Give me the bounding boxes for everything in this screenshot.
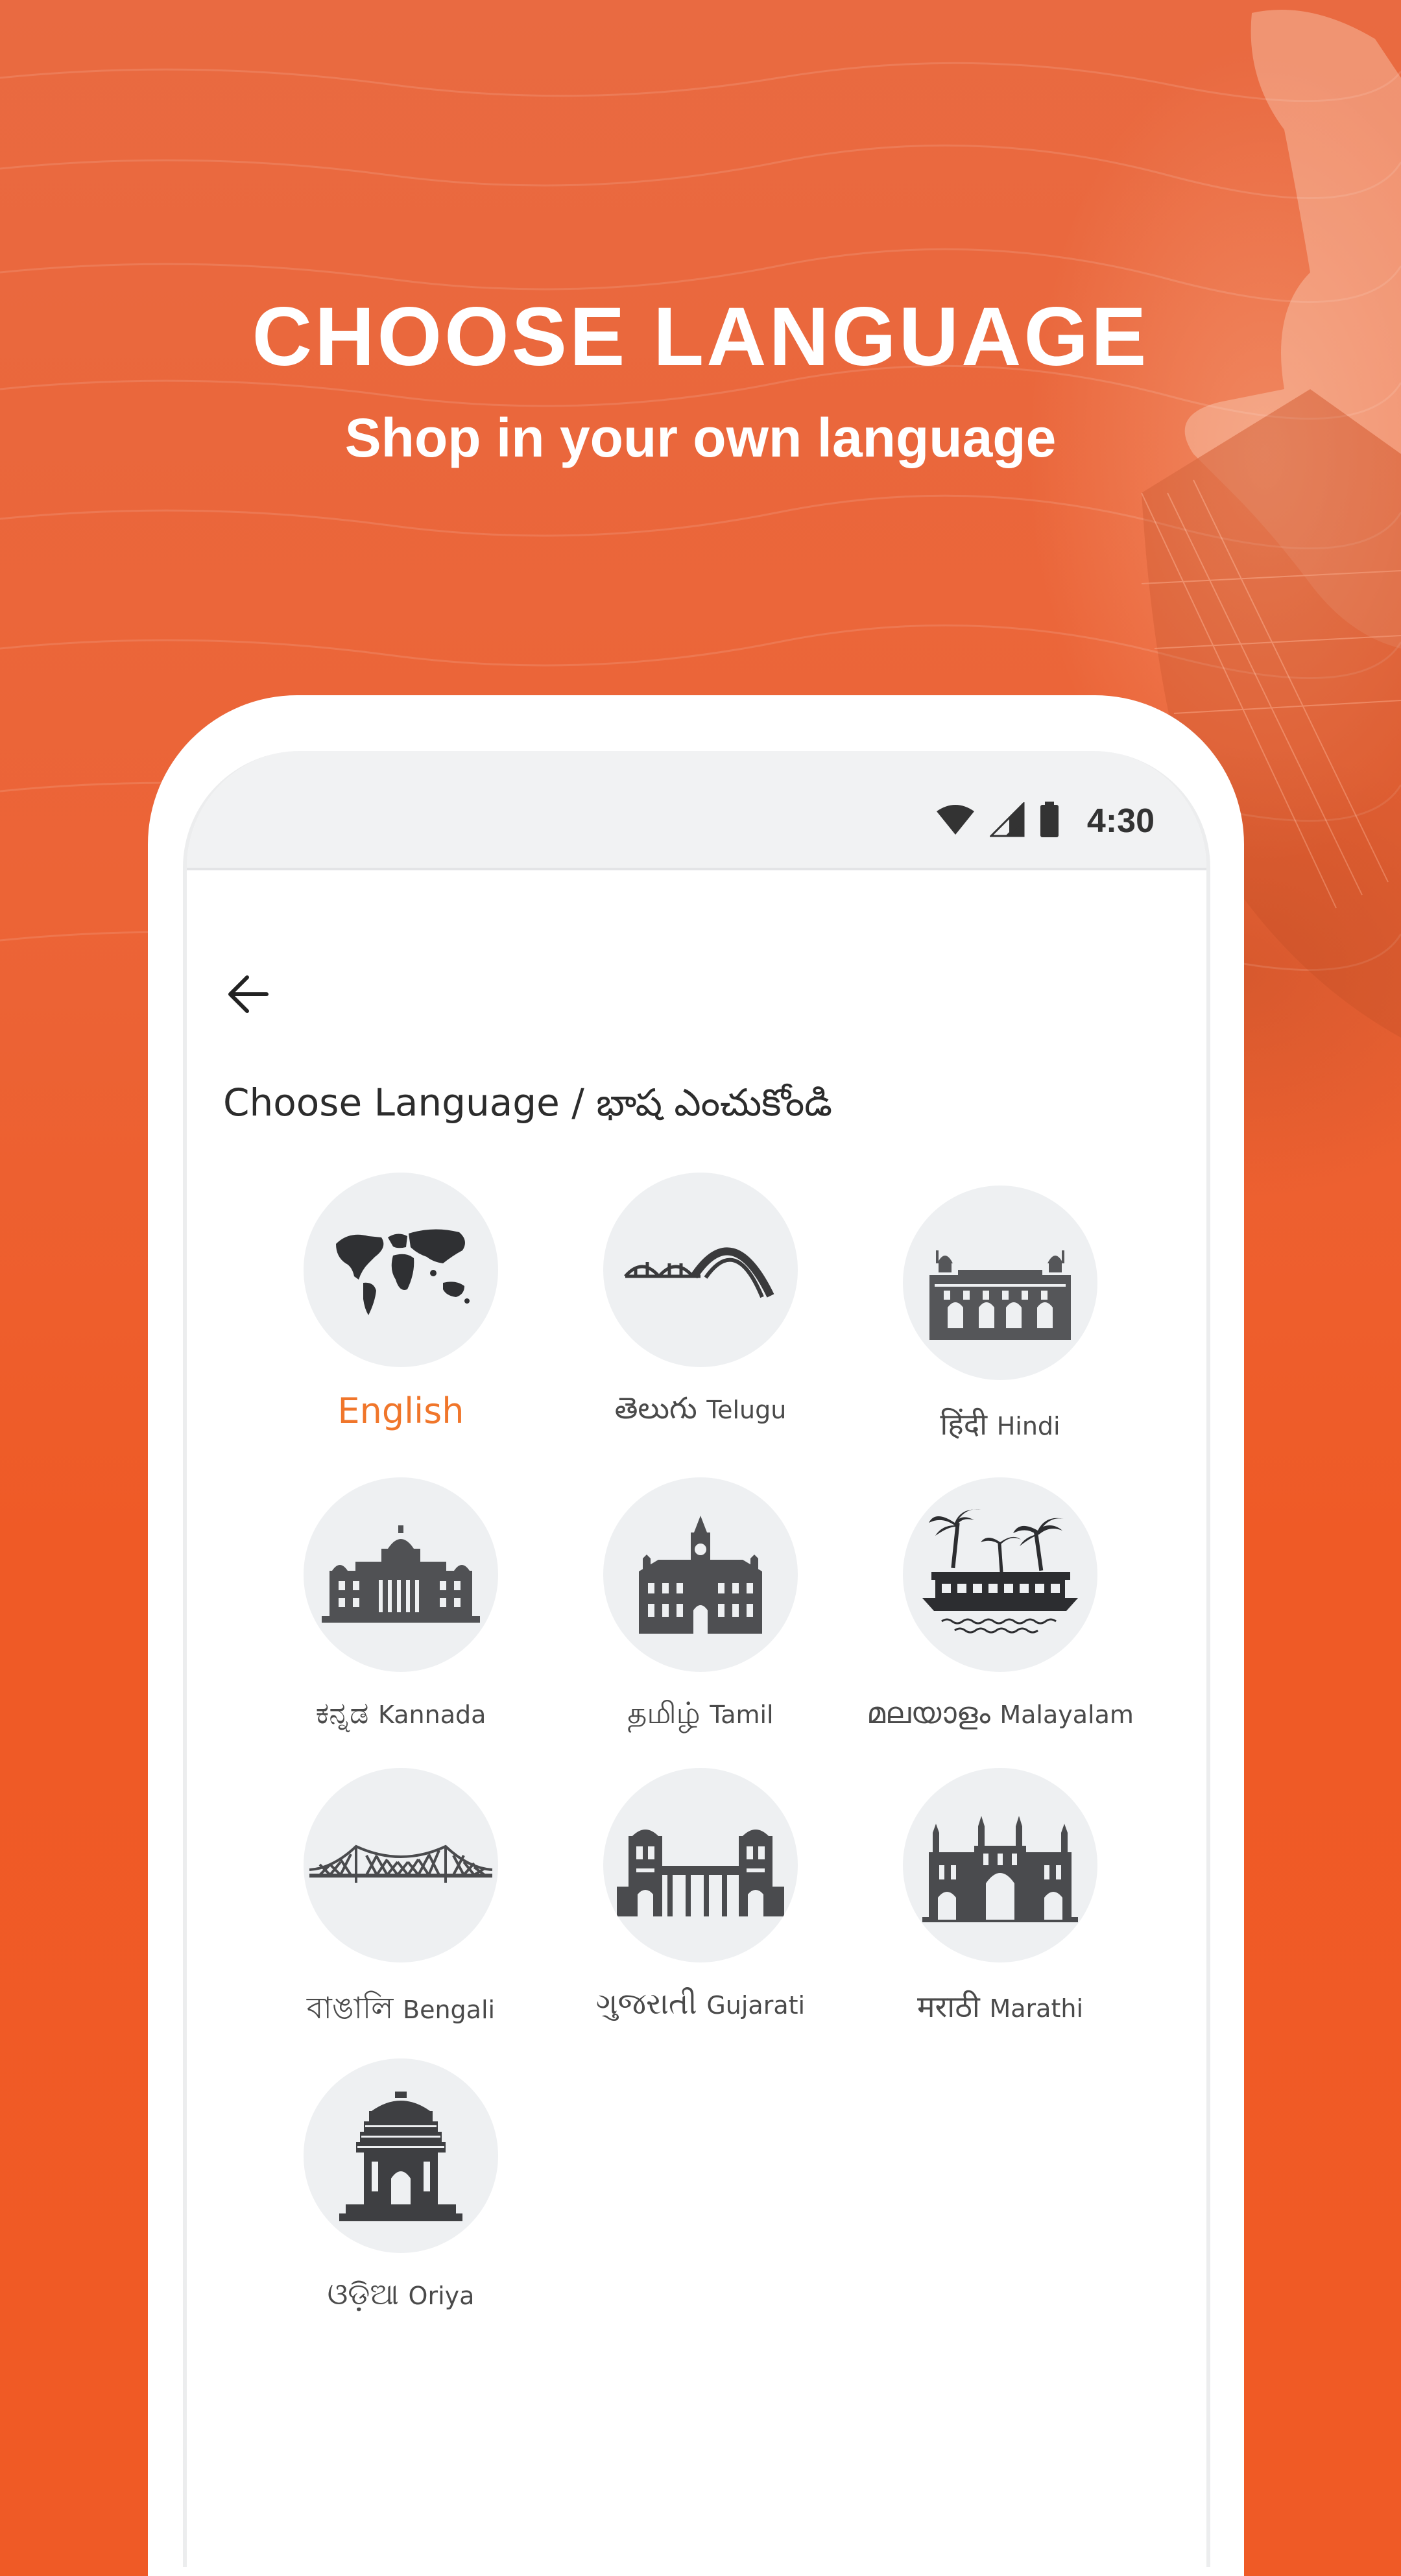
status-time: 4:30 [1086, 802, 1155, 840]
language-native-name: മലയാളം [867, 1695, 990, 1730]
language-native-name: ಕನ್ನಡ [315, 1695, 369, 1730]
language-native-name: বাঙালি [306, 1990, 394, 2025]
gateway-of-india-icon [903, 1768, 1097, 1962]
back-button[interactable] [219, 965, 278, 1023]
language-english-name: Marathi [989, 1994, 1084, 2023]
language-english-name: Bengali [403, 1996, 496, 2024]
language-english-name: Kannada [378, 1700, 486, 1729]
phone-frame: 4:30 Choose Language / భాష ఎంచుకోండి Eng… [148, 695, 1244, 2576]
language-native-name: मराठी [916, 1989, 980, 2024]
language-english-name: Hindi [996, 1412, 1060, 1440]
language-label-gujarati: ગુજરાતી Gujarati [538, 1986, 863, 2022]
page-title: CHOOSE LANGUAGE [252, 291, 1149, 383]
phone-screen: 4:30 Choose Language / భాష ఎంచుకోండి Eng… [183, 751, 1210, 2567]
language-option-tamil[interactable]: தமிழ் Tamil [538, 1477, 863, 1735]
arrow-left-icon [228, 975, 269, 1013]
language-native-name: English [337, 1390, 464, 1431]
language-label-oriya: ଓଡ଼ିଆ Oriya [239, 2276, 563, 2313]
language-option-oriya[interactable]: ଓଡ଼ିଆ Oriya [239, 2058, 563, 2313]
language-option-malayalam[interactable]: മലയാളം Malayalam [838, 1477, 1162, 1732]
language-english-name: Tamil [710, 1700, 774, 1729]
choose-language-heading: Choose Language / భాష ఎంచుకోండి [223, 1080, 833, 1125]
language-native-name: తెలుగు [614, 1390, 697, 1425]
language-label-telugu: తెలుగు Telugu [538, 1390, 863, 1433]
vidhana-soudha-icon [304, 1477, 498, 1672]
language-native-name: தமிழ் [627, 1695, 700, 1730]
howrah-bridge-icon [304, 1768, 498, 1962]
language-native-name: हिंदी [940, 1407, 988, 1442]
battery-icon [1039, 802, 1060, 841]
world-map-icon [304, 1173, 498, 1367]
language-option-kannada[interactable]: ಕನ್ನಡ Kannada [239, 1477, 563, 1732]
language-option-gujarati[interactable]: ગુજરાતી Gujarati [538, 1768, 863, 2022]
language-native-name: ଓଡ଼ିଆ [327, 2276, 399, 2311]
konark-temple-icon [304, 2058, 498, 2253]
language-label-hindi: हिंदी Hindi [838, 1403, 1162, 1444]
language-label-tamil: தமிழ் Tamil [538, 1695, 863, 1735]
language-label-kannada: ಕನ್ನಡ Kannada [239, 1695, 563, 1732]
red-fort-icon [903, 1186, 1097, 1380]
gujarat-palace-icon [603, 1768, 798, 1962]
language-label-malayalam: മലയാളം Malayalam [838, 1695, 1162, 1732]
language-english-name: Telugu [706, 1396, 787, 1424]
language-label-english: English [239, 1390, 563, 1431]
page-subtitle: Shop in your own language [344, 407, 1057, 468]
language-option-telugu[interactable]: తెలుగు Telugu [538, 1173, 863, 1433]
bridge-arch-icon [603, 1173, 798, 1367]
language-option-bengali[interactable]: বাঙালি Bengali [239, 1768, 563, 2035]
language-english-name: Malayalam [1000, 1700, 1134, 1729]
language-label-bengali: বাঙালি Bengali [239, 1986, 563, 2035]
language-english-name: Gujarati [706, 1991, 806, 2020]
language-english-name: Oriya [408, 2282, 475, 2310]
language-option-english[interactable]: English [239, 1173, 563, 1431]
signal-icon [988, 801, 1025, 840]
language-native-name: ગુજરાતી [595, 1986, 697, 2021]
header: CHOOSE LANGUAGE Shop in your own languag… [0, 285, 1401, 473]
houseboat-palm-icon [903, 1477, 1097, 1672]
status-icons: 4:30 [935, 801, 1155, 841]
central-station-icon [603, 1477, 798, 1672]
status-bar: 4:30 [187, 751, 1206, 870]
wifi-icon [935, 804, 976, 839]
language-label-marathi: मराठी Marathi [838, 1986, 1162, 2026]
language-option-marathi[interactable]: मराठी Marathi [838, 1768, 1162, 2026]
language-option-hindi[interactable]: हिंदी Hindi [838, 1186, 1162, 1444]
